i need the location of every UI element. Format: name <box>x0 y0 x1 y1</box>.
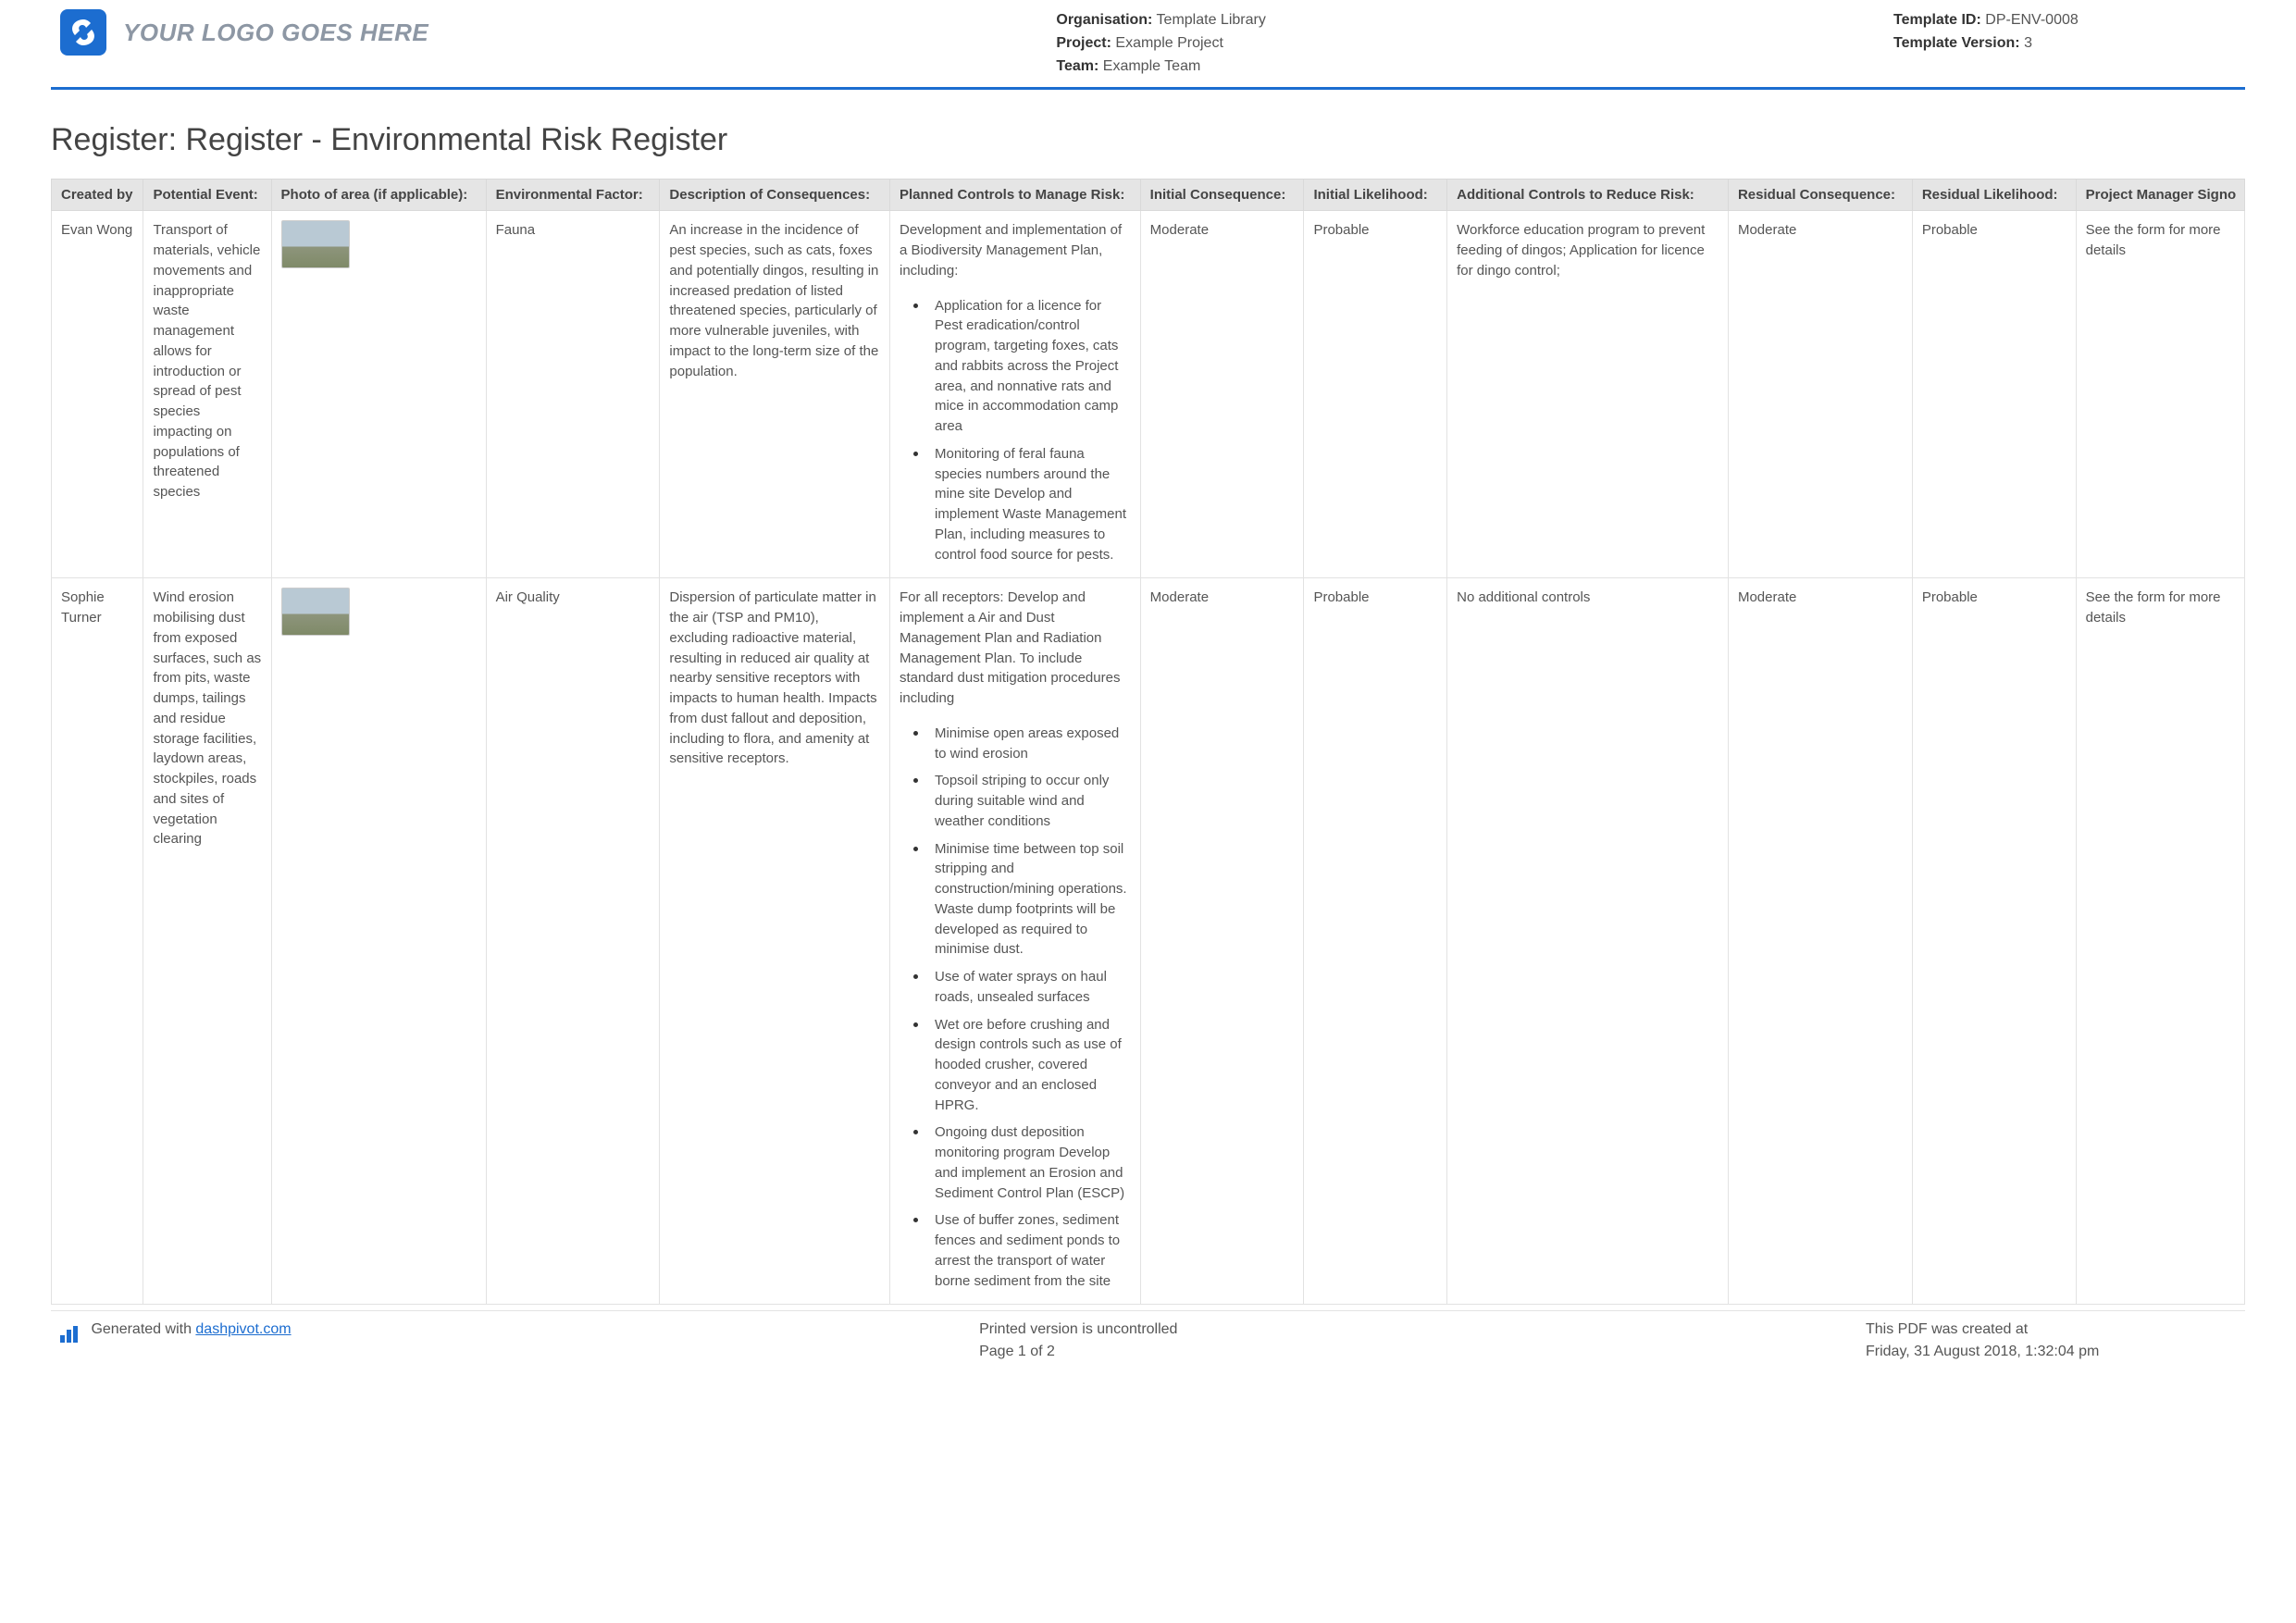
template-version-label: Template Version: <box>1893 35 2020 51</box>
cell-potential-event: Wind erosion mobilising dust from expose… <box>143 578 271 1305</box>
meta-center: Organisation: Template Library Project: … <box>1056 9 1265 78</box>
table-row: Sophie TurnerWind erosion mobilising dus… <box>52 578 2245 1305</box>
generated-prefix: Generated with <box>91 1321 195 1337</box>
planned-list-item: Use of water sprays on haul roads, unsea… <box>929 963 1131 1008</box>
register-table: Created by Potential Event: Photo of are… <box>51 179 2245 1305</box>
col-initial-likelihood: Initial Likelihood: <box>1304 180 1447 211</box>
cell-initial-consequence: Moderate <box>1140 211 1304 578</box>
cell-env-factor: Fauna <box>486 211 660 578</box>
cell-potential-event: Transport of materials, vehicle movement… <box>143 211 271 578</box>
table-header: Created by Potential Event: Photo of are… <box>52 180 2245 211</box>
col-env-factor: Environmental Factor: <box>486 180 660 211</box>
cell-created-by: Sophie Turner <box>52 578 143 1305</box>
col-residual-likelihood: Residual Likelihood: <box>1912 180 2076 211</box>
col-photo: Photo of area (if applicable): <box>271 180 486 211</box>
logo-text: YOUR LOGO GOES HERE <box>123 19 428 47</box>
team-value: Example Team <box>1103 58 1201 74</box>
org-label: Organisation: <box>1056 12 1152 28</box>
dashpivot-link[interactable]: dashpivot.com <box>195 1321 291 1337</box>
footer-right: This PDF was created at Friday, 31 Augus… <box>1866 1319 2236 1363</box>
logo-block: YOUR LOGO GOES HERE <box>60 9 428 56</box>
cell-planned-controls: Development and implementation of a Biod… <box>889 211 1140 578</box>
document-footer: Generated with dashpivot.com Printed ver… <box>51 1310 2245 1365</box>
planned-intro: For all receptors: Develop and implement… <box>900 588 1131 709</box>
cell-additional-controls: No additional controls <box>1447 578 1729 1305</box>
planned-list-item: Topsoil striping to occur only during su… <box>929 767 1131 831</box>
cell-additional-controls: Workforce education program to prevent f… <box>1447 211 1729 578</box>
created-value: Friday, 31 August 2018, 1:32:04 pm <box>1866 1341 2236 1363</box>
planned-list-item: Application for a licence for Pest eradi… <box>929 292 1131 437</box>
cell-residual-consequence: Moderate <box>1728 578 1912 1305</box>
document-header: YOUR LOGO GOES HERE Organisation: Templa… <box>51 9 2245 87</box>
cell-initial-likelihood: Probable <box>1304 211 1447 578</box>
org-value: Template Library <box>1157 12 1266 28</box>
cell-env-factor: Air Quality <box>486 578 660 1305</box>
cell-residual-likelihood: Probable <box>1912 578 2076 1305</box>
page-number: Page 1 of 2 <box>979 1341 1177 1363</box>
planned-list: Application for a licence for Pest eradi… <box>900 292 1131 565</box>
planned-list-item: Use of buffer zones, sediment fences and… <box>929 1207 1131 1291</box>
planned-list-item: Minimise open areas exposed to wind eros… <box>929 720 1131 764</box>
footer-center: Printed version is uncontrolled Page 1 o… <box>979 1319 1177 1363</box>
col-initial-consequence: Initial Consequence: <box>1140 180 1304 211</box>
printed-notice: Printed version is uncontrolled <box>979 1319 1177 1341</box>
page-title: Register: Register - Environmental Risk … <box>51 122 2245 158</box>
team-label: Team: <box>1056 58 1098 74</box>
col-description: Description of Consequences: <box>660 180 890 211</box>
header-separator <box>51 87 2245 90</box>
col-residual-consequence: Residual Consequence: <box>1728 180 1912 211</box>
project-value: Example Project <box>1115 35 1223 51</box>
planned-list-item: Monitoring of feral fauna species number… <box>929 440 1131 565</box>
cell-planned-controls: For all receptors: Develop and implement… <box>889 578 1140 1305</box>
cell-created-by: Evan Wong <box>52 211 143 578</box>
cell-description: Dispersion of particulate matter in the … <box>660 578 890 1305</box>
col-created-by: Created by <box>52 180 143 211</box>
planned-list: Minimise open areas exposed to wind eros… <box>900 720 1131 1292</box>
template-version-value: 3 <box>2024 35 2032 51</box>
planned-intro: Development and implementation of a Biod… <box>900 220 1131 280</box>
col-planned-controls: Planned Controls to Manage Risk: <box>889 180 1140 211</box>
footer-left: Generated with dashpivot.com <box>60 1319 292 1343</box>
planned-list-item: Minimise time between top soil stripping… <box>929 836 1131 960</box>
created-label: This PDF was created at <box>1866 1319 2236 1341</box>
photo-thumbnail <box>281 588 350 636</box>
cell-photo <box>271 578 486 1305</box>
cell-signoff: See the form for more details <box>2076 211 2244 578</box>
cell-description: An increase in the incidence of pest spe… <box>660 211 890 578</box>
table-row: Evan WongTransport of materials, vehicle… <box>52 211 2245 578</box>
photo-thumbnail <box>281 220 350 268</box>
planned-list-item: Wet ore before crushing and design contr… <box>929 1011 1131 1116</box>
cell-residual-likelihood: Probable <box>1912 211 2076 578</box>
col-additional-controls: Additional Controls to Reduce Risk: <box>1447 180 1729 211</box>
cell-initial-likelihood: Probable <box>1304 578 1447 1305</box>
cell-initial-consequence: Moderate <box>1140 578 1304 1305</box>
planned-list-item: Ongoing dust deposition monitoring progr… <box>929 1119 1131 1203</box>
template-id-label: Template ID: <box>1893 12 1981 28</box>
col-pm-signoff: Project Manager Signo <box>2076 180 2244 211</box>
cell-signoff: See the form for more details <box>2076 578 2244 1305</box>
bar-chart-icon <box>60 1320 80 1343</box>
project-label: Project: <box>1056 35 1111 51</box>
col-potential-event: Potential Event: <box>143 180 271 211</box>
meta-right: Template ID: DP-ENV-0008 Template Versio… <box>1893 9 2236 56</box>
logo-icon <box>60 9 106 56</box>
cell-residual-consequence: Moderate <box>1728 211 1912 578</box>
cell-photo <box>271 211 486 578</box>
template-id-value: DP-ENV-0008 <box>1985 12 2079 28</box>
